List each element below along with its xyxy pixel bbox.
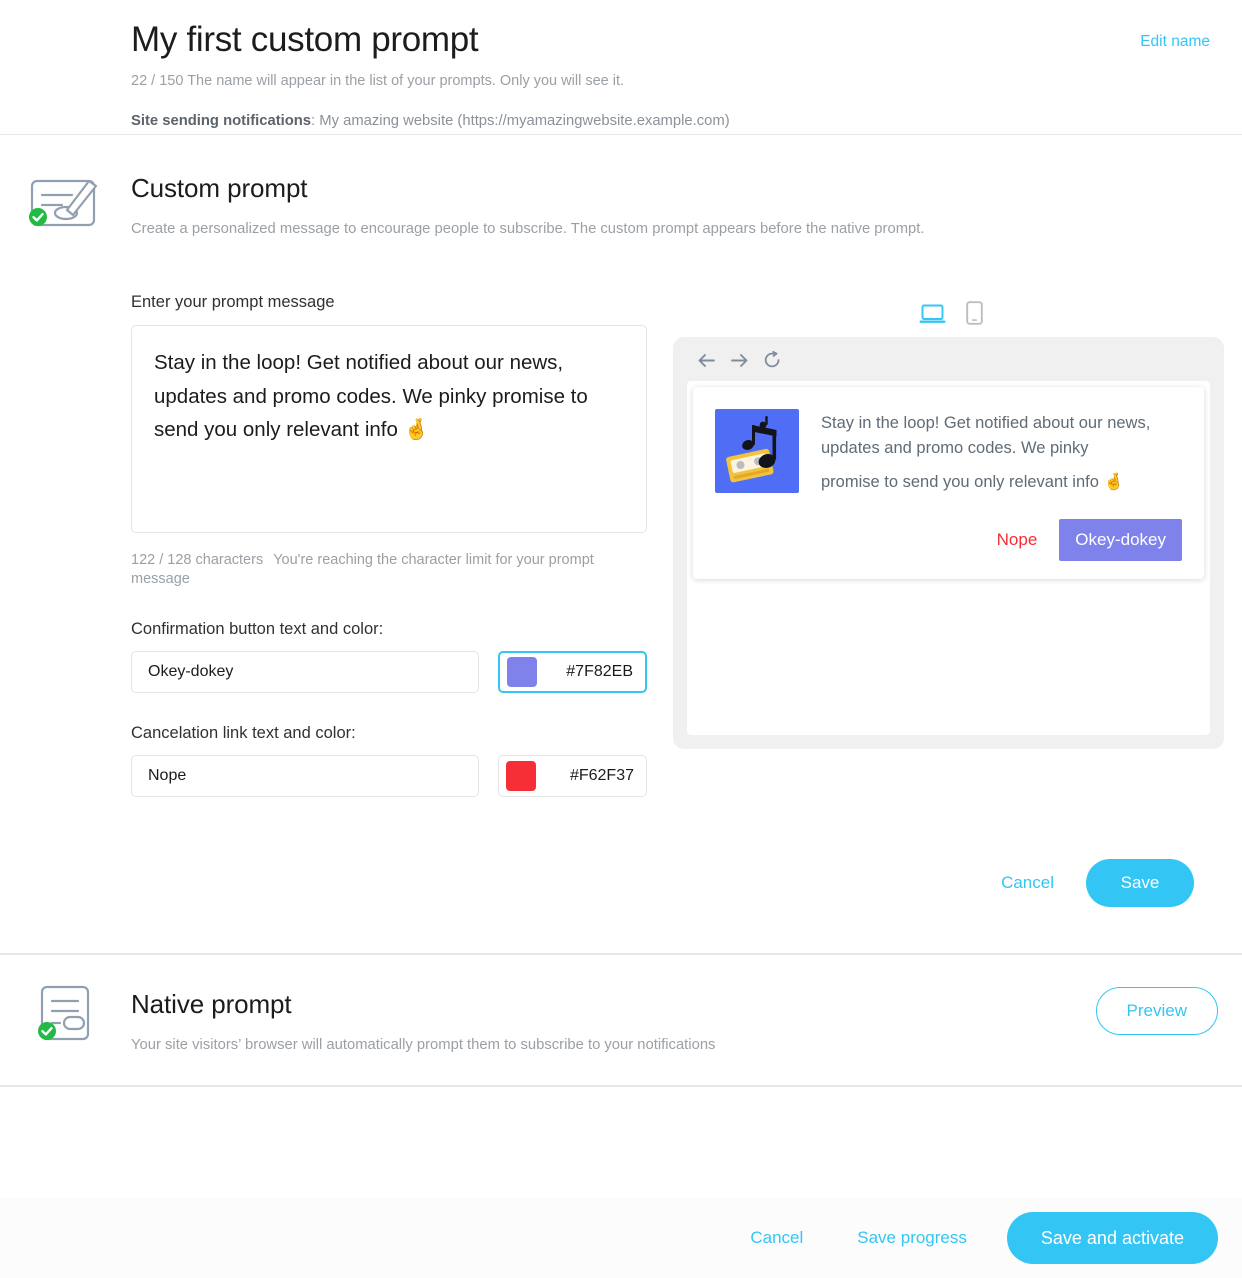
browser-preview: Stay in the loop! Get notified about our… — [673, 337, 1224, 749]
custom-prompt-cancel-button[interactable]: Cancel — [987, 865, 1068, 901]
browser-toolbar — [673, 345, 1224, 375]
confirm-button-label: Confirmation button text and color: — [131, 620, 384, 638]
character-counter: 122 / 128 characters You're reaching the … — [131, 551, 621, 589]
browser-page-area: Stay in the loop! Get notified about our… — [687, 381, 1210, 735]
native-prompt-title: Native prompt — [131, 989, 292, 1019]
prompt-brush-icon — [26, 173, 100, 233]
browser-back-icon[interactable] — [697, 352, 716, 369]
edit-name-link[interactable]: Edit name — [1140, 18, 1218, 51]
prompt-editor-page: My first custom prompt Edit name 22 / 15… — [0, 0, 1242, 1278]
notification-actions: Nope Okey-dokey — [715, 519, 1182, 561]
native-prompt-preview-button[interactable]: Preview — [1095, 987, 1218, 1035]
prompt-form-column: Enter your prompt message 122 / 128 char… — [131, 291, 647, 797]
footer-cancel-button[interactable]: Cancel — [736, 1220, 817, 1256]
message-field-label: Enter your prompt message — [131, 293, 335, 311]
confirm-text-input[interactable] — [131, 651, 479, 693]
name-hint-text: The name will appear in the list of your… — [187, 73, 625, 89]
browser-reload-icon[interactable] — [763, 351, 782, 369]
native-prompt-description: Your site visitors’ browser will automat… — [131, 1037, 716, 1053]
character-count: 122 / 128 characters — [131, 552, 264, 568]
page-title: My first custom prompt — [131, 20, 479, 59]
title-row: My first custom prompt Edit name — [131, 18, 1218, 62]
page-header: My first custom prompt Edit name 22 / 15… — [0, 0, 1242, 134]
notification-confirm-button[interactable]: Okey-dokey — [1059, 519, 1182, 561]
native-doc-icon — [26, 983, 100, 1043]
cancel-color-picker[interactable]: #F62F37 — [498, 755, 647, 797]
browser-forward-icon[interactable] — [730, 352, 749, 369]
native-prompt-section: Native prompt Your site visitors’ browse… — [0, 955, 1242, 1085]
native-prompt-divider — [0, 1085, 1242, 1087]
phone-icon[interactable] — [965, 301, 983, 325]
site-label: Site sending notifications — [131, 113, 312, 129]
confirm-color-swatch — [507, 657, 537, 687]
native-prompt-text-block: Native prompt Your site visitors’ browse… — [131, 987, 715, 1055]
notification-preview-card: Stay in the loop! Get notified about our… — [693, 387, 1204, 579]
footer-save-progress-button[interactable]: Save progress — [843, 1220, 981, 1256]
cassette-music-icon — [715, 409, 799, 493]
notification-message: Stay in the loop! Get notified about our… — [821, 409, 1182, 495]
custom-prompt-description: Create a personalized message to encoura… — [131, 221, 925, 237]
name-counter: 22 / 150 — [131, 73, 184, 89]
native-prompt-header: Native prompt Your site visitors’ browse… — [131, 987, 1218, 1055]
name-hint: 22 / 150 The name will appear in the lis… — [131, 71, 1218, 91]
site-value: : My amazing website (https://myamazingw… — [311, 113, 730, 129]
cancel-color-hex: #F62F37 — [569, 767, 634, 784]
custom-prompt-title: Custom prompt — [131, 173, 308, 203]
page-footer: Cancel Save progress Save and activate — [0, 1198, 1242, 1278]
footer-save-activate-button[interactable]: Save and activate — [1006, 1212, 1218, 1264]
cancel-text-input[interactable] — [131, 755, 479, 797]
confirm-color-picker[interactable]: #7F82EB — [498, 651, 647, 693]
custom-prompt-actions: Cancel Save — [131, 859, 1218, 953]
custom-prompt-save-button[interactable]: Save — [1086, 859, 1194, 907]
cancel-color-swatch — [506, 761, 536, 791]
site-sending-notifications: Site sending notifications: My amazing w… — [131, 111, 1218, 131]
preview-column: Stay in the loop! Get notified about our… — [673, 291, 1224, 749]
confirm-color-hex: #7F82EB — [566, 663, 633, 680]
custom-prompt-section: Custom prompt Create a personalized mess… — [0, 135, 1242, 953]
confirm-button-row: #7F82EB — [131, 651, 647, 693]
prompt-message-textarea[interactable] — [131, 325, 647, 533]
notification-body: Stay in the loop! Get notified about our… — [715, 409, 1182, 495]
notification-line-3: promise to send you only relevant info 🤞 — [821, 473, 1125, 491]
laptop-icon[interactable] — [919, 303, 946, 325]
cancel-link-row: #F62F37 — [131, 755, 647, 797]
notification-line-1: Stay in the loop! Get notified about our — [821, 414, 1103, 432]
cancel-link-label: Cancelation link text and color: — [131, 724, 356, 742]
notification-cancel-link[interactable]: Nope — [997, 530, 1038, 550]
device-tabs — [673, 291, 1224, 325]
custom-prompt-editor: Enter your prompt message 122 / 128 char… — [131, 291, 1224, 797]
